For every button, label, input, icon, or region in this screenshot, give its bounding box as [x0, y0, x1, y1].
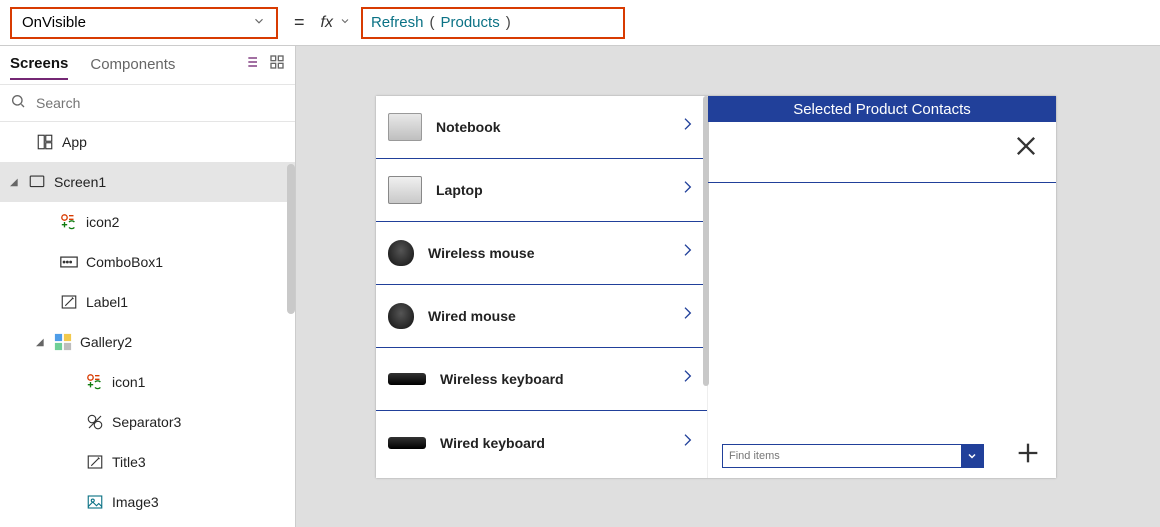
tree-item-icon1[interactable]: icon1 — [0, 362, 295, 402]
formula-token-arg: Products — [441, 14, 500, 31]
combobox-find-items[interactable]: Find items — [722, 444, 984, 468]
tree-label: Gallery2 — [80, 334, 132, 350]
list-view-icon[interactable] — [243, 54, 259, 75]
property-dropdown-value: OnVisible — [22, 14, 86, 31]
canvas: Notebook Laptop Wireless mouse — [296, 46, 1160, 527]
search-input[interactable] — [36, 95, 285, 111]
tree-item-icon2[interactable]: icon2 — [0, 202, 295, 242]
tree-item-title3[interactable]: Title3 — [0, 442, 295, 482]
gallery-icon — [54, 333, 72, 351]
scrollbar-thumb[interactable] — [287, 164, 295, 314]
label-icon — [86, 453, 104, 471]
tree-item-label1[interactable]: Label1 — [0, 282, 295, 322]
chevron-right-icon[interactable] — [679, 362, 695, 396]
gallery-item[interactable]: Laptop — [376, 159, 707, 222]
contacts-header: Selected Product Contacts — [708, 96, 1056, 122]
property-dropdown[interactable]: OnVisible — [10, 7, 278, 39]
gallery-item-label: Wireless keyboard — [440, 371, 665, 387]
chevron-right-icon[interactable] — [679, 426, 695, 460]
tree-panel: Screens Components — [0, 46, 296, 527]
tree-item-separator3[interactable]: Separator3 — [0, 402, 295, 442]
label-icon — [60, 293, 78, 311]
gallery-item-label: Wired mouse — [428, 308, 665, 324]
gallery-item[interactable]: Notebook — [376, 96, 707, 159]
fx-label: fx — [321, 14, 333, 32]
tab-components[interactable]: Components — [90, 50, 175, 79]
close-icon[interactable] — [1012, 132, 1040, 165]
combobox-placeholder: Find items — [723, 450, 961, 462]
chevron-down-icon — [252, 14, 266, 32]
tree-label: Label1 — [86, 294, 128, 310]
gallery-item[interactable]: Wired mouse — [376, 285, 707, 348]
product-thumb-icon — [388, 303, 414, 329]
tree-label: Image3 — [112, 494, 159, 510]
panel-tabs: Screens Components — [0, 46, 295, 84]
tree-item-combobox1[interactable]: ComboBox1 — [0, 242, 295, 282]
formula-input[interactable]: Refresh ( Products ) — [361, 7, 625, 39]
gallery-item[interactable]: Wireless mouse — [376, 222, 707, 285]
chevron-down-icon — [339, 14, 351, 32]
tree-item-gallery2[interactable]: ◢ Gallery2 — [0, 322, 295, 362]
tree-item-image3[interactable]: Image3 — [0, 482, 295, 522]
formula-token-open: ( — [430, 14, 435, 31]
fx-indicator[interactable]: fx — [321, 14, 351, 32]
chevron-right-icon[interactable] — [679, 173, 695, 207]
image-icon — [86, 493, 104, 511]
tree-label: Title3 — [112, 454, 146, 470]
separator-icon — [86, 413, 104, 431]
caret-down-icon: ◢ — [36, 337, 46, 348]
gallery-item-label: Notebook — [436, 119, 665, 135]
tab-screens[interactable]: Screens — [10, 49, 68, 80]
chevron-right-icon[interactable] — [679, 110, 695, 144]
gallery-item[interactable]: Wireless keyboard — [376, 348, 707, 411]
screen-icon — [28, 173, 46, 191]
combobox-icon — [60, 253, 78, 271]
gallery-item-label: Wired keyboard — [440, 435, 665, 451]
chevron-right-icon[interactable] — [679, 299, 695, 333]
search-icon — [10, 93, 26, 114]
tree-view: App ◢ Screen1 icon2 — [0, 122, 295, 527]
gallery-item-label: Wireless mouse — [428, 245, 665, 261]
formula-token-close: ) — [506, 14, 511, 31]
product-thumb-icon — [388, 113, 422, 141]
product-thumb-icon — [388, 437, 426, 449]
chevron-down-icon[interactable] — [961, 445, 983, 467]
tree-label: icon1 — [112, 374, 145, 390]
formula-token-fn: Refresh — [371, 14, 424, 31]
product-thumb-icon — [388, 373, 426, 385]
formula-input-rest[interactable] — [635, 7, 1150, 39]
app-icon — [36, 133, 54, 151]
product-thumb-icon — [388, 240, 414, 266]
separator-line — [708, 182, 1056, 183]
tree-label: App — [62, 134, 87, 150]
chevron-right-icon[interactable] — [679, 236, 695, 270]
product-thumb-icon — [388, 176, 422, 204]
tree-label: ComboBox1 — [86, 254, 163, 270]
icon-control-icon — [60, 213, 78, 231]
tree-item-screen1[interactable]: ◢ Screen1 — [0, 162, 295, 202]
screen-preview: Notebook Laptop Wireless mouse — [376, 96, 1056, 478]
tree-label: Screen1 — [54, 174, 106, 190]
contacts-pane: Selected Product Contacts Find items — [708, 96, 1056, 478]
gallery-item-label: Laptop — [436, 182, 665, 198]
caret-down-icon: ◢ — [10, 177, 20, 188]
add-icon[interactable] — [1014, 439, 1042, 472]
gallery-preview: Notebook Laptop Wireless mouse — [376, 96, 708, 478]
tree-item-app[interactable]: App — [0, 122, 295, 162]
gallery-item[interactable]: Wired keyboard — [376, 411, 707, 474]
tree-label: Separator3 — [112, 414, 181, 430]
tree-search[interactable] — [0, 84, 295, 122]
grid-view-icon[interactable] — [269, 54, 285, 75]
formula-bar: OnVisible = fx Refresh ( Products ) — [0, 0, 1160, 46]
tree-label: icon2 — [86, 214, 119, 230]
equals-sign: = — [288, 12, 311, 33]
icon-control-icon — [86, 373, 104, 391]
